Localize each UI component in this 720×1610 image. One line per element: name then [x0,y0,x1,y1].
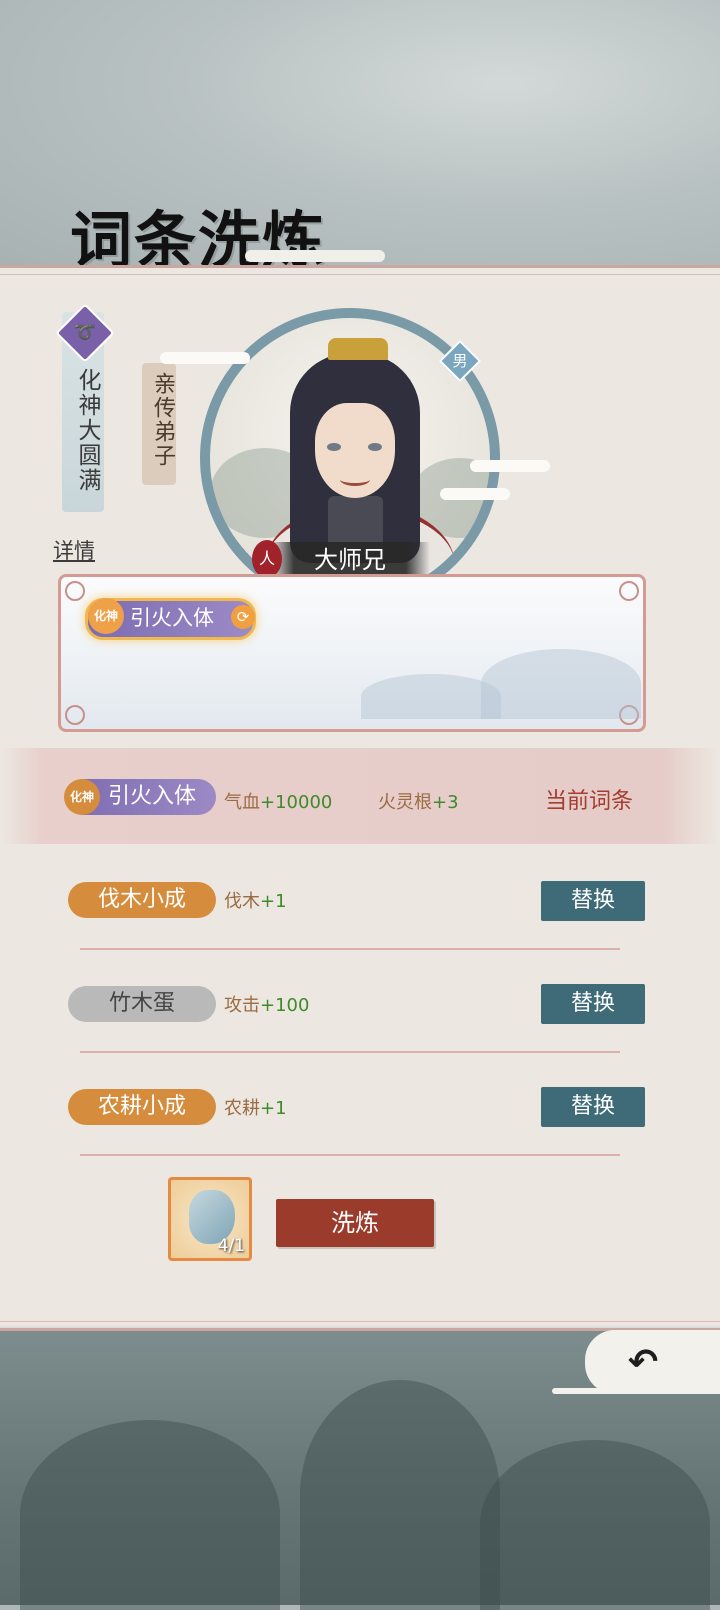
stat-value: +1 [260,1098,287,1119]
stat-fire-root: 火灵根+3 [378,788,459,814]
gender-label: 男 [452,352,468,370]
cloud-decoration [470,460,550,472]
details-link[interactable]: 详情 [53,535,95,565]
stat-label: 攻击 [224,995,260,1016]
stat-hp: 气血+10000 [224,788,332,814]
stat-value: +1 [260,891,287,912]
cloud-decoration [440,488,510,500]
mist-mountain [481,649,641,719]
character-eye [368,443,382,451]
cloud-decoration [552,1388,652,1394]
current-tag-chip[interactable]: 化神 引火入体 ⟳ [85,598,256,640]
stat-label: 农耕 [224,1098,260,1119]
mountain-shape [480,1440,710,1610]
replace-button[interactable]: 替换 [541,1087,645,1127]
cloud-decoration [160,352,250,364]
stat-label: 伐木 [224,891,260,912]
refine-item-slot[interactable]: 4/1 [168,1177,252,1261]
mountain-shape [20,1420,280,1610]
current-entry-label: 当前词条 [545,789,634,814]
option-stat: 攻击+100 [224,991,309,1017]
stat-value: +10000 [260,792,333,813]
current-entry-tag: 化神 引火入体 [64,779,216,815]
refresh-icon[interactable]: ⟳ [231,605,255,629]
character-crown [328,338,388,360]
cloud-decoration [245,250,385,262]
stat-value: +100 [260,995,310,1016]
corner-ornament [65,581,85,601]
return-arrow-icon[interactable]: ↶ [628,1342,658,1383]
race-badge: 人 [252,540,282,578]
character-mouth [340,473,370,486]
option-tag: 农耕小成 [68,1089,216,1125]
option-stat: 农耕+1 [224,1094,287,1120]
character-name: 大师兄 [270,542,430,578]
mountain-shape [300,1380,500,1610]
item-count: 4/1 [217,1236,245,1256]
stat-label: 气血 [224,792,260,813]
mist-mountain [361,674,501,719]
option-tag: 竹木蛋 [68,986,216,1022]
option-stat: 伐木+1 [224,887,287,913]
option-tag: 伐木小成 [68,882,216,918]
tag-name: 引火入体 [108,784,197,809]
corner-ornament [65,705,85,725]
stat-value: +3 [432,792,459,813]
row-divider [80,948,620,950]
replace-button[interactable]: 替换 [541,984,645,1024]
panel-border-line [0,274,720,275]
row-divider [80,1154,620,1156]
realm-mini-badge: 化神 [88,598,124,634]
tag-name: 引火入体 [130,606,214,630]
refine-button[interactable]: 洗炼 [276,1199,434,1247]
character-eye [327,443,341,451]
realm-label: 化神大圆满 [74,368,100,493]
row-divider [80,1051,620,1053]
realm-mini-badge: 化神 [64,779,100,815]
corner-ornament [619,581,639,601]
panel-border-line [0,1321,720,1322]
stat-label: 火灵根 [378,792,432,813]
rank-label: 亲传弟子 [150,372,175,468]
replace-button[interactable]: 替换 [541,881,645,921]
